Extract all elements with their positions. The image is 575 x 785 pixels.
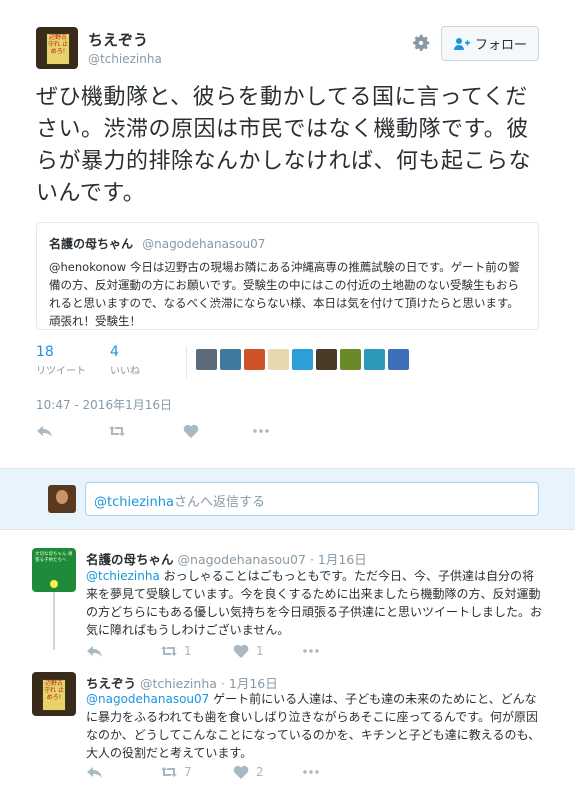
avatar[interactable]: 辺野古 守れ 止めろ! [36, 27, 78, 69]
like-count: 4 [110, 344, 119, 360]
more-button[interactable] [302, 642, 320, 660]
liker-avatar[interactable] [316, 349, 337, 370]
avatar-sign: 辺野古 守れ 止めろ! [42, 679, 66, 711]
reply-icon [87, 767, 102, 778]
more-icon [303, 770, 319, 774]
more-button[interactable] [252, 422, 270, 440]
retweet-button[interactable] [108, 422, 126, 440]
retweet-count: 1 [184, 644, 192, 658]
tweet-actions [36, 422, 336, 442]
thread-connector [53, 590, 55, 650]
more-icon [253, 429, 269, 433]
reply-user-name[interactable]: 名護の母ちゃん [86, 552, 174, 567]
main-tweet: 辺野古 守れ 止めろ! ちえぞう @tchiezinha フォロー ぜひ機動隊と… [0, 0, 575, 468]
reply-mention-link[interactable]: @tchiezinha [86, 569, 160, 583]
like-label: いいね [110, 366, 140, 377]
liker-avatar[interactable] [292, 349, 313, 370]
user-name[interactable]: ちえぞう [88, 29, 148, 50]
retweet-icon [161, 767, 177, 777]
gear-icon[interactable] [410, 32, 432, 54]
reply-user-handle[interactable]: @nagodehanasou07 [178, 552, 306, 567]
reply-mention: @tchiezinha [94, 495, 174, 510]
retweet-button[interactable]: 7 [160, 763, 192, 781]
liker-avatar[interactable] [244, 349, 265, 370]
reply-icon [37, 426, 52, 437]
like-count: 1 [256, 644, 264, 658]
reply-actions: 7 2 [86, 763, 386, 781]
heart-icon [233, 644, 249, 658]
reply-placeholder: さんへ返信する [173, 495, 265, 510]
retweet-button[interactable]: 1 [160, 642, 192, 660]
quoted-tweet[interactable]: 名護の母ちゃん @nagodehanasou07 @henokonow 今日は辺… [36, 222, 539, 330]
retweet-stat[interactable]: 18 リツイート [36, 344, 86, 377]
quote-user-name: 名護の母ちゃん [49, 237, 134, 251]
like-button[interactable] [182, 422, 200, 440]
user-handle[interactable]: @tchiezinha [88, 52, 162, 66]
liker-avatar[interactable] [220, 349, 241, 370]
quote-text: @henokonow 今日は辺野古の現場お隣にある沖縄高専の推薦試験の日です。ゲ… [49, 260, 520, 328]
liker-avatar[interactable] [388, 349, 409, 370]
liker-avatar[interactable] [196, 349, 217, 370]
avatar[interactable]: 大切な母ちゃん 頑張る子供たちへ [32, 548, 76, 592]
tweet-text: ぜひ機動隊と、彼らを動かしてる国に言ってください。渋滞の原因は市民ではなく機動隊… [36, 85, 532, 206]
heart-icon [183, 424, 199, 438]
retweet-icon [109, 426, 125, 436]
follow-button[interactable]: フォロー [441, 26, 539, 61]
reply-date[interactable]: · 1月16日 [221, 676, 278, 691]
reply-button[interactable] [36, 422, 54, 440]
avatar-text: 大切な母ちゃん 頑張る子供たちへ [35, 552, 73, 563]
liker-avatar[interactable] [268, 349, 289, 370]
tweet-stats: 18 リツイート 4 いいね [36, 344, 539, 382]
reply-header: 名護の母ちゃん @nagodehanasou07 · 1月16日 [86, 549, 367, 568]
reply-text: @tchiezinha おっしゃることはごもっともです。ただ今日、今、子供達は自… [86, 567, 542, 639]
reply-thread: 大切な母ちゃん 頑張る子供たちへ 名護の母ちゃん @nagodehanasou07… [0, 530, 575, 785]
retweet-count: 18 [36, 344, 54, 360]
add-user-icon [453, 37, 470, 50]
liker-avatar[interactable] [364, 349, 385, 370]
stats-divider [186, 346, 187, 378]
like-button[interactable]: 1 [232, 642, 264, 660]
liker-avatars [196, 349, 409, 370]
my-avatar [48, 485, 76, 513]
like-button[interactable]: 2 [232, 763, 264, 781]
retweet-icon [161, 646, 177, 656]
like-stat[interactable]: 4 いいね [110, 344, 140, 377]
reply-input[interactable]: @tchiezinhaさんへ返信する [85, 482, 539, 516]
reply-mention-link[interactable]: @nagodehanasou07 [86, 692, 209, 706]
retweet-count: 7 [184, 765, 192, 779]
like-count: 2 [256, 765, 264, 779]
retweet-label: リツイート [36, 366, 86, 377]
reply-date[interactable]: · 1月16日 [310, 552, 367, 567]
reply-composer: @tchiezinhaさんへ返信する [0, 468, 575, 530]
avatar[interactable]: 辺野古 守れ 止めろ! [32, 672, 76, 716]
reply-user-name[interactable]: ちえぞう [86, 676, 136, 691]
more-icon [303, 649, 319, 653]
follow-label: フォロー [474, 38, 527, 53]
reply-button[interactable] [86, 763, 104, 781]
reply-button[interactable] [86, 642, 104, 660]
reply-actions: 1 1 [86, 642, 386, 660]
liker-avatar[interactable] [340, 349, 361, 370]
reply-text: @nagodehanasou07 ゲート前にいる人達は、子ども達の未来のためにと… [86, 690, 542, 762]
more-button[interactable] [302, 763, 320, 781]
quote-user-handle: @nagodehanasou07 [142, 237, 266, 251]
avatar-sign: 辺野古 守れ 止めろ! [46, 33, 70, 65]
tweet-timestamp[interactable]: 10:47 - 2016年1月16日 [36, 396, 172, 413]
reply-user-handle[interactable]: @tchiezinha [140, 676, 217, 691]
heart-icon [233, 765, 249, 779]
reply-icon [87, 646, 102, 657]
